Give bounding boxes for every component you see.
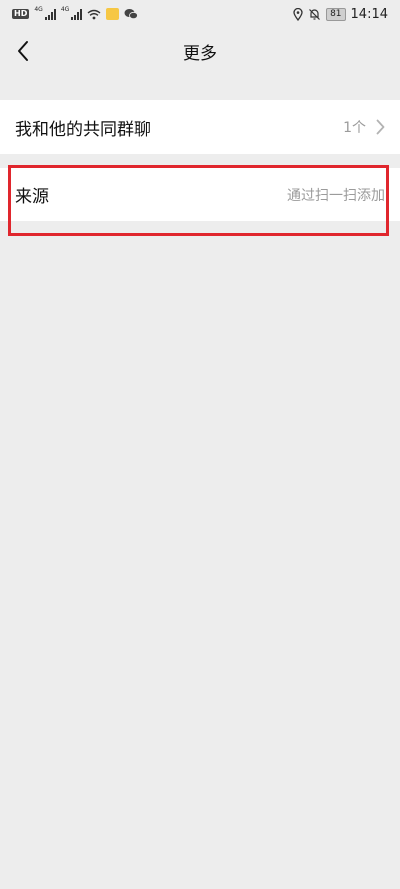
wifi-icon: [87, 9, 101, 19]
app-icon: [106, 8, 120, 20]
common-groups-cell[interactable]: 我和他的共同群聊 1个: [0, 100, 400, 154]
sim2-network-label: 4G: [60, 5, 70, 13]
common-groups-count: 1个: [343, 120, 366, 136]
source-cell[interactable]: 来源 通过扫一扫添加: [0, 168, 400, 221]
common-groups-label: 我和他的共同群聊: [15, 119, 151, 140]
source-value: 通过扫一扫添加: [287, 187, 385, 204]
mute-bell-icon: [309, 8, 321, 20]
sim1-network-label: 4G: [34, 5, 43, 13]
status-bar-right: 81 14:14: [293, 7, 388, 22]
hd-icon: HD: [12, 9, 30, 19]
chevron-left-icon: [18, 41, 28, 61]
signal-icon: [44, 8, 56, 20]
wechat-icon: [124, 9, 139, 20]
nav-bar: 更多: [0, 28, 400, 74]
location-icon: [293, 7, 303, 21]
status-bar: HD 4G 4G 81 14:14: [0, 0, 400, 28]
battery-icon: 81: [326, 7, 346, 21]
source-label: 来源: [15, 187, 49, 207]
status-bar-left: HD 4G 4G: [12, 5, 139, 20]
chevron-right-icon: [376, 119, 385, 135]
back-button[interactable]: [6, 34, 40, 68]
status-time: 14:14: [350, 6, 388, 22]
signal-icon: [71, 8, 83, 20]
page-title: 更多: [183, 43, 217, 64]
